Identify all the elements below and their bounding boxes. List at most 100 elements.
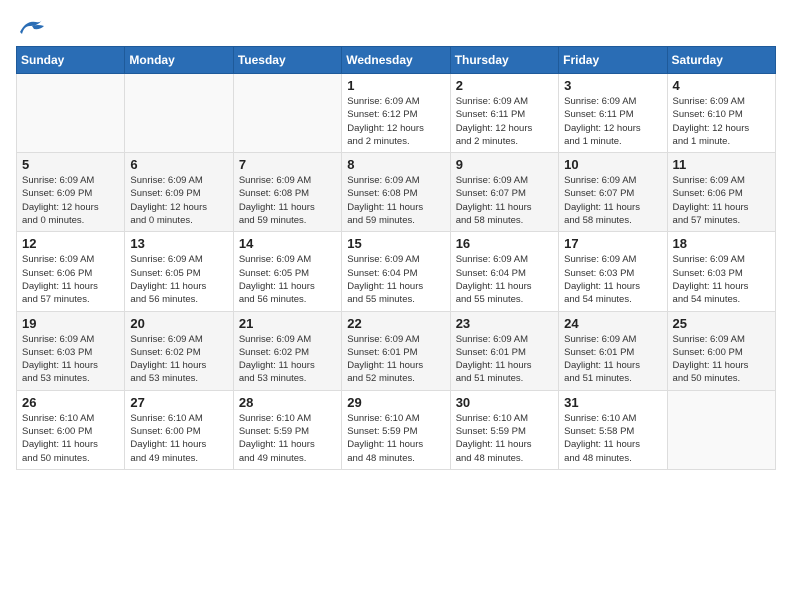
day-number: 27 bbox=[130, 395, 227, 410]
day-detail: Sunrise: 6:09 AM Sunset: 6:06 PM Dayligh… bbox=[22, 253, 119, 306]
day-detail: Sunrise: 6:10 AM Sunset: 5:59 PM Dayligh… bbox=[239, 412, 336, 465]
day-number: 3 bbox=[564, 78, 661, 93]
day-cell-5: 5 Sunrise: 6:09 AM Sunset: 6:09 PM Daylig… bbox=[17, 153, 125, 232]
weekday-header-saturday: Saturday bbox=[667, 47, 775, 74]
day-cell-11: 11Sunrise: 6:09 AM Sunset: 6:06 PM Dayli… bbox=[667, 153, 775, 232]
day-number: 31 bbox=[564, 395, 661, 410]
day-number: 10 bbox=[564, 157, 661, 172]
day-detail: Sunrise: 6:09 AM Sunset: 6:03 PM Dayligh… bbox=[564, 253, 661, 306]
day-number: 22 bbox=[347, 316, 444, 331]
day-cell-18: 18 Sunrise: 6:09 AM Sunset: 6:03 PM Dayli… bbox=[667, 232, 775, 311]
day-number: 29 bbox=[347, 395, 444, 410]
day-cell-29: 29 Sunrise: 6:10 AM Sunset: 5:59 PM Dayli… bbox=[342, 390, 450, 469]
day-number: 14 bbox=[239, 236, 336, 251]
day-detail: Sunrise: 6:09 AM Sunset: 6:02 PM Dayligh… bbox=[239, 333, 336, 386]
day-cell-22: 22 Sunrise: 6:09 AM Sunset: 6:01 PM Dayli… bbox=[342, 311, 450, 390]
day-detail: Sunrise: 6:09 AM Sunset: 6:02 PM Dayligh… bbox=[130, 333, 227, 386]
day-number: 23 bbox=[456, 316, 553, 331]
day-detail: Sunrise: 6:09 AM Sunset: 6:03 PM Dayligh… bbox=[22, 333, 119, 386]
day-cell-24: 24 Sunrise: 6:09 AM Sunset: 6:01 PM Dayli… bbox=[559, 311, 667, 390]
day-cell-30: 30Sunrise: 6:10 AM Sunset: 5:59 PM Dayli… bbox=[450, 390, 558, 469]
day-number: 17 bbox=[564, 236, 661, 251]
day-cell-25: 25 Sunrise: 6:09 AM Sunset: 6:00 PM Dayli… bbox=[667, 311, 775, 390]
day-detail: Sunrise: 6:10 AM Sunset: 6:00 PM Dayligh… bbox=[22, 412, 119, 465]
day-detail: Sunrise: 6:10 AM Sunset: 6:00 PM Dayligh… bbox=[130, 412, 227, 465]
day-cell-19: 19 Sunrise: 6:09 AM Sunset: 6:03 PM Dayli… bbox=[17, 311, 125, 390]
weekday-header-sunday: Sunday bbox=[17, 47, 125, 74]
day-number: 6 bbox=[130, 157, 227, 172]
day-number: 21 bbox=[239, 316, 336, 331]
day-cell-2: 2 Sunrise: 6:09 AM Sunset: 6:11 PM Daylig… bbox=[450, 74, 558, 153]
day-cell-4: 4 Sunrise: 6:09 AM Sunset: 6:10 PM Daylig… bbox=[667, 74, 775, 153]
day-cell-10: 10 Sunrise: 6:09 AM Sunset: 6:07 PM Dayli… bbox=[559, 153, 667, 232]
day-detail: Sunrise: 6:09 AM Sunset: 6:11 PM Dayligh… bbox=[456, 95, 553, 148]
day-number: 26 bbox=[22, 395, 119, 410]
day-cell-7: 7 Sunrise: 6:09 AM Sunset: 6:08 PM Daylig… bbox=[233, 153, 341, 232]
week-row-2: 5 Sunrise: 6:09 AM Sunset: 6:09 PM Daylig… bbox=[17, 153, 776, 232]
day-number: 24 bbox=[564, 316, 661, 331]
day-detail: Sunrise: 6:10 AM Sunset: 5:58 PM Dayligh… bbox=[564, 412, 661, 465]
day-detail: Sunrise: 6:09 AM Sunset: 6:12 PM Dayligh… bbox=[347, 95, 444, 148]
day-detail: Sunrise: 6:09 AM Sunset: 6:11 PM Dayligh… bbox=[564, 95, 661, 148]
day-detail: Sunrise: 6:09 AM Sunset: 6:08 PM Dayligh… bbox=[347, 174, 444, 227]
day-number: 19 bbox=[22, 316, 119, 331]
day-number: 1 bbox=[347, 78, 444, 93]
day-detail: Sunrise: 6:09 AM Sunset: 6:05 PM Dayligh… bbox=[239, 253, 336, 306]
day-cell-21: 21 Sunrise: 6:09 AM Sunset: 6:02 PM Dayli… bbox=[233, 311, 341, 390]
day-detail: Sunrise: 6:10 AM Sunset: 5:59 PM Dayligh… bbox=[347, 412, 444, 465]
day-detail: Sunrise: 6:09 AM Sunset: 6:00 PM Dayligh… bbox=[673, 333, 770, 386]
day-number: 18 bbox=[673, 236, 770, 251]
day-cell-1: 1 Sunrise: 6:09 AM Sunset: 6:12 PM Daylig… bbox=[342, 74, 450, 153]
day-cell-8: 8Sunrise: 6:09 AM Sunset: 6:08 PM Daylig… bbox=[342, 153, 450, 232]
day-number: 20 bbox=[130, 316, 227, 331]
day-detail: Sunrise: 6:09 AM Sunset: 6:07 PM Dayligh… bbox=[564, 174, 661, 227]
day-detail: Sunrise: 6:09 AM Sunset: 6:05 PM Dayligh… bbox=[130, 253, 227, 306]
weekday-header-wednesday: Wednesday bbox=[342, 47, 450, 74]
day-detail: Sunrise: 6:09 AM Sunset: 6:10 PM Dayligh… bbox=[673, 95, 770, 148]
day-cell-3: 3 Sunrise: 6:09 AM Sunset: 6:11 PM Daylig… bbox=[559, 74, 667, 153]
day-cell-17: 17 Sunrise: 6:09 AM Sunset: 6:03 PM Dayli… bbox=[559, 232, 667, 311]
day-number: 13 bbox=[130, 236, 227, 251]
page-header bbox=[16, 16, 776, 38]
day-number: 2 bbox=[456, 78, 553, 93]
day-number: 25 bbox=[673, 316, 770, 331]
day-number: 4 bbox=[673, 78, 770, 93]
day-number: 28 bbox=[239, 395, 336, 410]
day-detail: Sunrise: 6:09 AM Sunset: 6:01 PM Dayligh… bbox=[456, 333, 553, 386]
day-cell-15: 15 Sunrise: 6:09 AM Sunset: 6:04 PM Dayli… bbox=[342, 232, 450, 311]
day-detail: Sunrise: 6:09 AM Sunset: 6:04 PM Dayligh… bbox=[456, 253, 553, 306]
logo bbox=[16, 16, 48, 38]
weekday-header-monday: Monday bbox=[125, 47, 233, 74]
day-detail: Sunrise: 6:09 AM Sunset: 6:08 PM Dayligh… bbox=[239, 174, 336, 227]
weekday-header-row: SundayMondayTuesdayWednesdayThursdayFrid… bbox=[17, 47, 776, 74]
weekday-header-friday: Friday bbox=[559, 47, 667, 74]
day-cell-28: 28 Sunrise: 6:10 AM Sunset: 5:59 PM Dayli… bbox=[233, 390, 341, 469]
day-detail: Sunrise: 6:09 AM Sunset: 6:04 PM Dayligh… bbox=[347, 253, 444, 306]
weekday-header-tuesday: Tuesday bbox=[233, 47, 341, 74]
day-cell-23: 23 Sunrise: 6:09 AM Sunset: 6:01 PM Dayli… bbox=[450, 311, 558, 390]
day-detail: Sunrise: 6:09 AM Sunset: 6:01 PM Dayligh… bbox=[347, 333, 444, 386]
empty-cell bbox=[125, 74, 233, 153]
week-row-1: 1 Sunrise: 6:09 AM Sunset: 6:12 PM Daylig… bbox=[17, 74, 776, 153]
empty-cell bbox=[17, 74, 125, 153]
day-cell-9: 9Sunrise: 6:09 AM Sunset: 6:07 PM Daylig… bbox=[450, 153, 558, 232]
day-cell-6: 6Sunrise: 6:09 AM Sunset: 6:09 PM Daylig… bbox=[125, 153, 233, 232]
week-row-5: 26 Sunrise: 6:10 AM Sunset: 6:00 PM Dayli… bbox=[17, 390, 776, 469]
day-detail: Sunrise: 6:10 AM Sunset: 5:59 PM Dayligh… bbox=[456, 412, 553, 465]
day-cell-26: 26 Sunrise: 6:10 AM Sunset: 6:00 PM Dayli… bbox=[17, 390, 125, 469]
day-cell-13: 13 Sunrise: 6:09 AM Sunset: 6:05 PM Dayli… bbox=[125, 232, 233, 311]
day-number: 5 bbox=[22, 157, 119, 172]
day-cell-12: 12Sunrise: 6:09 AM Sunset: 6:06 PM Dayli… bbox=[17, 232, 125, 311]
day-number: 7 bbox=[239, 157, 336, 172]
week-row-4: 19 Sunrise: 6:09 AM Sunset: 6:03 PM Dayli… bbox=[17, 311, 776, 390]
day-number: 15 bbox=[347, 236, 444, 251]
day-number: 16 bbox=[456, 236, 553, 251]
day-detail: Sunrise: 6:09 AM Sunset: 6:07 PM Dayligh… bbox=[456, 174, 553, 227]
day-detail: Sunrise: 6:09 AM Sunset: 6:09 PM Dayligh… bbox=[22, 174, 119, 227]
day-cell-16: 16 Sunrise: 6:09 AM Sunset: 6:04 PM Dayli… bbox=[450, 232, 558, 311]
day-detail: Sunrise: 6:09 AM Sunset: 6:01 PM Dayligh… bbox=[564, 333, 661, 386]
day-cell-27: 27 Sunrise: 6:10 AM Sunset: 6:00 PM Dayli… bbox=[125, 390, 233, 469]
day-detail: Sunrise: 6:09 AM Sunset: 6:03 PM Dayligh… bbox=[673, 253, 770, 306]
day-cell-20: 20 Sunrise: 6:09 AM Sunset: 6:02 PM Dayli… bbox=[125, 311, 233, 390]
day-number: 11 bbox=[673, 157, 770, 172]
